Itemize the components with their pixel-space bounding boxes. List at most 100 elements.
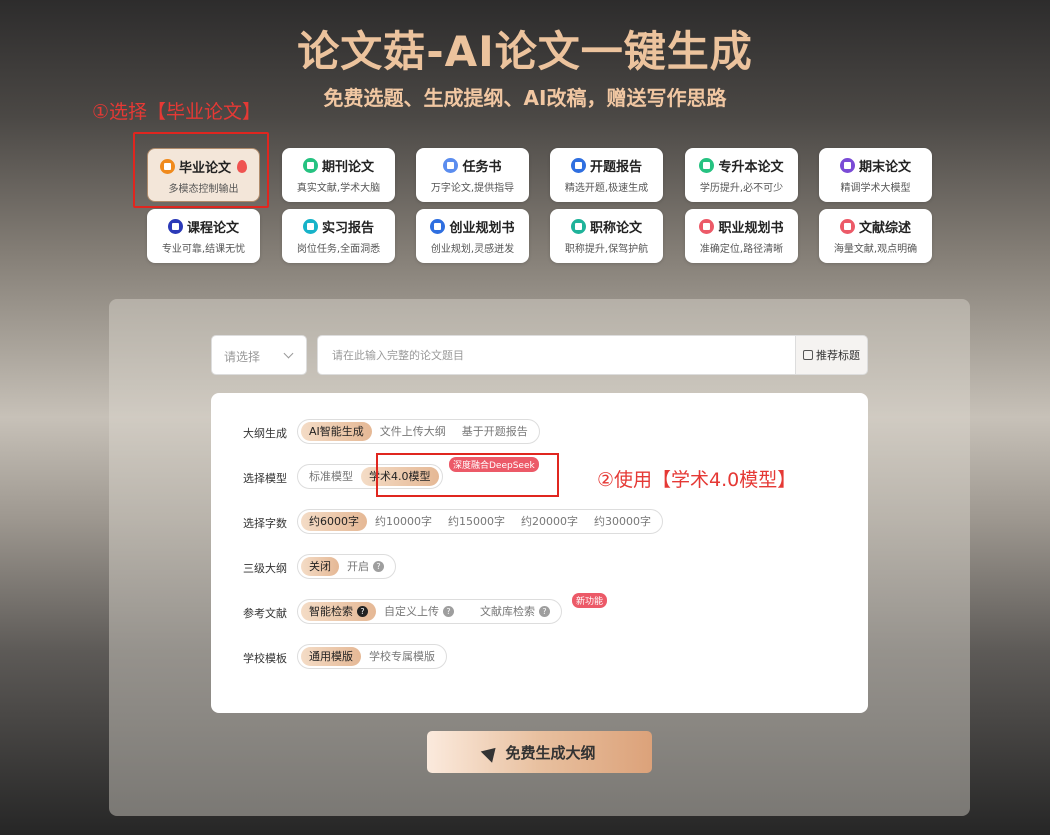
level3-options: 关闭 开启? [297, 554, 396, 579]
refs-options: 智能检索? 自定义上传? 文献库检索? [297, 599, 562, 624]
help-icon[interactable]: ? [539, 606, 550, 617]
category-title: 期刊论文 [321, 159, 374, 175]
annotation-step1: ①选择【毕业论文】 [92, 101, 262, 123]
recommend-icon [803, 350, 813, 360]
chevron-down-icon [283, 348, 294, 359]
option-standard-model[interactable]: 标准模型 [301, 467, 361, 486]
help-icon[interactable]: ? [373, 561, 384, 572]
category-card-title-paper[interactable]: 职称论文 职称提升,保驾护航 [550, 209, 663, 263]
category-title: 任务书 [462, 159, 502, 175]
recommend-title-button[interactable]: 推荐标题 [795, 335, 868, 375]
category-desc: 专业可靠,结课无忧 [161, 244, 246, 255]
title-paper-icon [570, 218, 586, 234]
help-icon[interactable]: ? [357, 606, 368, 617]
graduation-icon [159, 158, 175, 174]
template-label: 学校模板 [243, 652, 287, 665]
annotation-step2: ②使用【学术4.0模型】 [597, 469, 797, 491]
outline-options: AI智能生成 文件上传大纲 基于开题报告 [297, 419, 540, 444]
category-card-final[interactable]: 期末论文 精调学术大模型 [819, 148, 932, 202]
help-icon[interactable]: ? [443, 606, 454, 617]
option-custom-upload[interactable]: 自定义上传? [376, 602, 462, 621]
option-words-6000[interactable]: 约6000字 [301, 512, 367, 531]
category-title: 创业规划书 [449, 220, 515, 236]
option-level3-off[interactable]: 关闭 [301, 557, 339, 576]
course-icon [167, 218, 183, 234]
generate-outline-button[interactable]: 免费生成大纲 [427, 731, 652, 773]
recommend-label: 推荐标题 [816, 349, 860, 362]
new-feature-badge: 新功能 [572, 593, 608, 608]
category-card-career[interactable]: 职业规划书 准确定位,路径清晰 [685, 209, 798, 263]
startup-icon [430, 218, 446, 234]
category-card-journal[interactable]: 期刊论文 真实文献,学术大脑 [282, 148, 395, 202]
level3-label: 三级大纲 [243, 562, 287, 575]
option-ai-generate[interactable]: AI智能生成 [301, 422, 372, 441]
option-library-search[interactable]: 文献库检索? [462, 602, 558, 621]
option-level3-on-label: 开启 [347, 560, 369, 573]
career-icon [699, 218, 715, 234]
page-title: 论文菇-AI论文一键生成 [297, 27, 753, 76]
category-title: 职业规划书 [718, 220, 784, 236]
words-label: 选择字数 [243, 517, 287, 530]
category-card-upgrade[interactable]: 专升本论文 学历提升,必不可少 [685, 148, 798, 202]
report-icon [570, 157, 586, 173]
option-from-proposal[interactable]: 基于开题报告 [454, 422, 536, 441]
category-desc: 万字论文,提供指导 [430, 183, 515, 194]
option-school-template[interactable]: 学校专属模版 [361, 647, 443, 666]
category-desc: 学历提升,必不可少 [699, 183, 784, 194]
category-desc: 真实文献,学术大脑 [296, 183, 381, 194]
generate-label: 免费生成大纲 [505, 743, 596, 762]
words-options: 约6000字 约10000字 约15000字 约20000字 约30000字 [297, 509, 663, 534]
highlight-box-model [376, 453, 559, 497]
option-upload-outline[interactable]: 文件上传大纲 [372, 422, 454, 441]
refs-label: 参考文献 [243, 607, 287, 620]
final-icon [839, 157, 855, 173]
category-title: 专升本论文 [718, 159, 784, 175]
fire-icon [237, 159, 247, 173]
category-card-startup[interactable]: 创业规划书 创业规划,灵感迸发 [416, 209, 529, 263]
option-words-30000[interactable]: 约30000字 [586, 512, 659, 531]
category-card-review[interactable]: 文献综述 海量文献,观点明确 [819, 209, 932, 263]
send-icon [481, 741, 502, 763]
topic-input[interactable] [317, 335, 795, 375]
intern-icon [302, 218, 318, 234]
option-smart-search-label: 智能检索 [309, 605, 353, 618]
category-desc: 海量文献,观点明确 [833, 244, 918, 255]
category-card-proposal[interactable]: 开题报告 精选开题,极速生成 [550, 148, 663, 202]
category-desc: 多模态控制输出 [168, 184, 239, 195]
outline-label: 大纲生成 [243, 427, 287, 440]
category-card-course[interactable]: 课程论文 专业可靠,结课无忧 [147, 209, 260, 263]
option-level3-on[interactable]: 开启? [339, 557, 392, 576]
category-title: 课程论文 [186, 220, 239, 236]
option-library-search-label: 文献库检索 [480, 605, 535, 618]
journal-icon [302, 157, 318, 173]
options-form: 大纲生成 AI智能生成 文件上传大纲 基于开题报告 选择模型 标准模型 学术4.… [211, 393, 868, 713]
category-card-task[interactable]: 任务书 万字论文,提供指导 [416, 148, 529, 202]
category-desc: 准确定位,路径清晰 [699, 244, 784, 255]
category-title: 实习报告 [321, 220, 374, 236]
option-custom-upload-label: 自定义上传 [384, 605, 439, 618]
category-title: 开题报告 [589, 159, 642, 175]
category-title: 文献综述 [858, 220, 911, 236]
category-title: 毕业论文 [178, 160, 231, 176]
category-desc: 岗位任务,全面洞悉 [296, 244, 381, 255]
option-words-10000[interactable]: 约10000字 [367, 512, 440, 531]
review-icon [839, 218, 855, 234]
model-label: 选择模型 [243, 472, 287, 485]
category-card-intern[interactable]: 实习报告 岗位任务,全面洞悉 [282, 209, 395, 263]
category-desc: 创业规划,灵感迸发 [430, 244, 515, 255]
select-placeholder: 请选择 [224, 350, 261, 364]
task-icon [443, 157, 459, 173]
category-desc: 精选开题,极速生成 [564, 183, 649, 194]
option-smart-search[interactable]: 智能检索? [301, 602, 376, 621]
option-words-20000[interactable]: 约20000字 [513, 512, 586, 531]
option-words-15000[interactable]: 约15000字 [440, 512, 513, 531]
type-select[interactable]: 请选择 [211, 335, 307, 375]
upgrade-icon [699, 157, 715, 173]
category-card-graduation[interactable]: 毕业论文 多模态控制输出 [147, 148, 260, 202]
category-title: 期末论文 [858, 159, 911, 175]
template-options: 通用模版 学校专属模版 [297, 644, 447, 669]
category-desc: 精调学术大模型 [840, 183, 911, 194]
category-title: 职称论文 [589, 220, 642, 236]
category-desc: 职称提升,保驾护航 [564, 244, 649, 255]
option-general-template[interactable]: 通用模版 [301, 647, 361, 666]
